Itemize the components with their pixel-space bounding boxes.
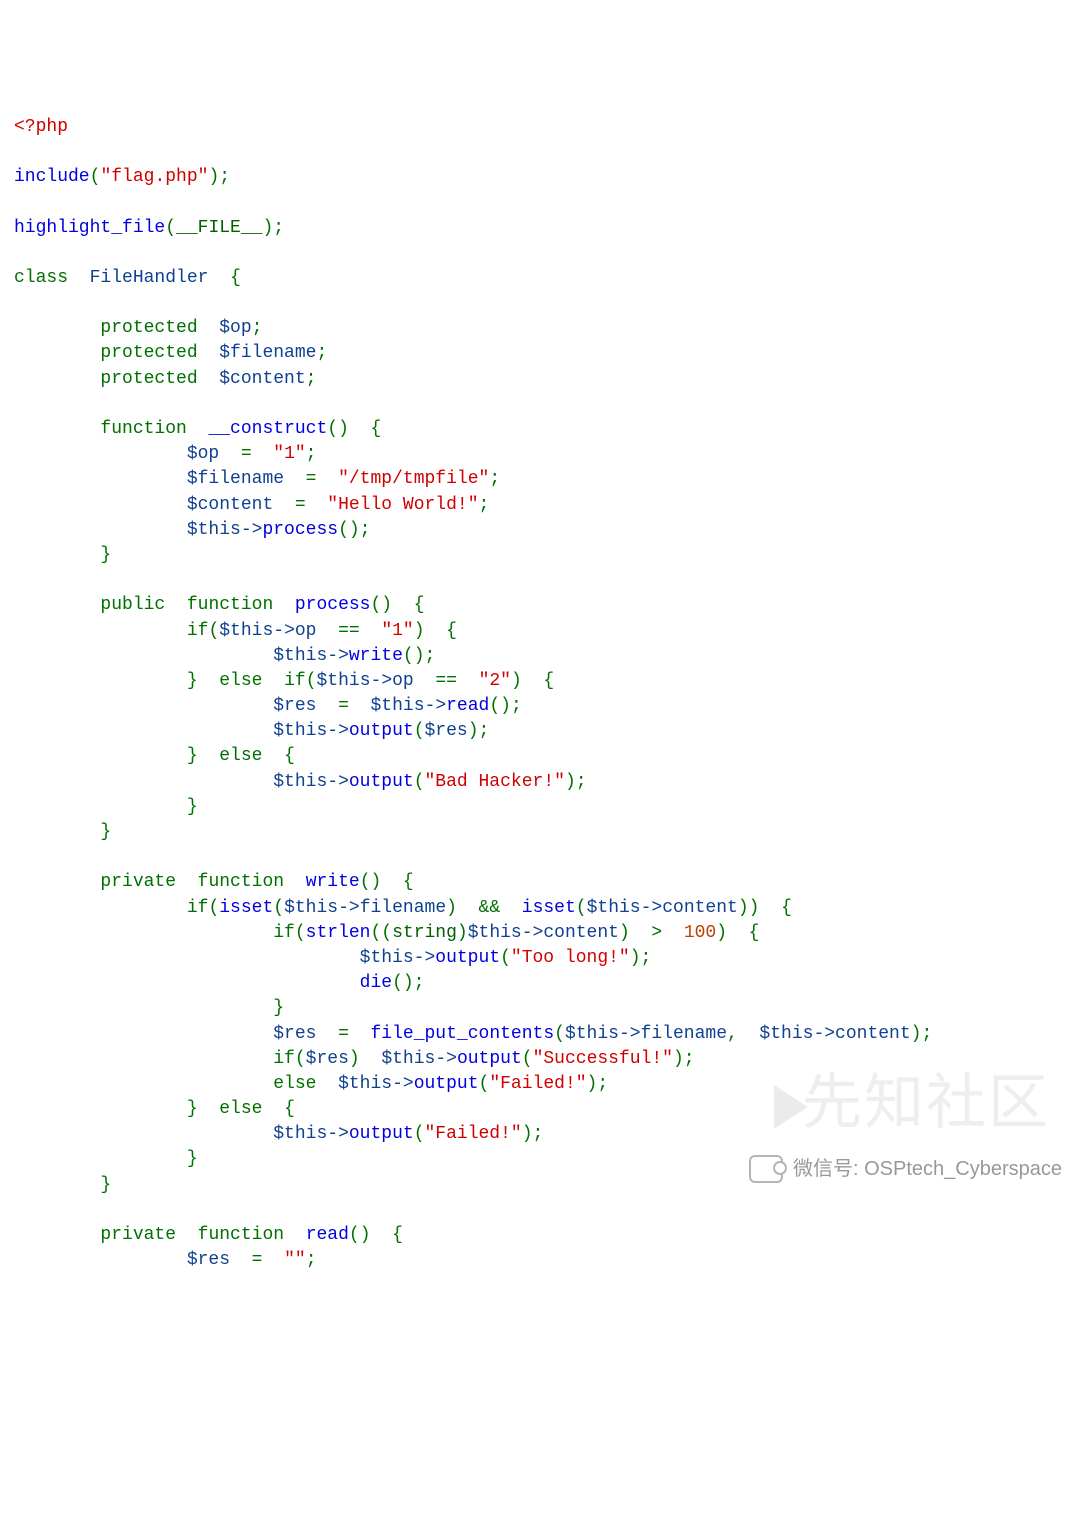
bad-hacker-str: "Bad Hacker!" (425, 772, 565, 792)
res-var: $res (425, 721, 468, 741)
this-var: $this (273, 721, 327, 741)
function-kw: function (187, 595, 273, 615)
else-kw: else (219, 671, 262, 691)
too-long-str: "Too long!" (511, 948, 630, 968)
cmp-1: "1" (381, 621, 413, 641)
prop-content: $content (219, 369, 305, 389)
num-100: 100 (684, 923, 716, 943)
if-kw: if (187, 621, 209, 641)
this-var: $this (317, 671, 371, 691)
this-var: $this (273, 1124, 327, 1144)
cmp-2: "2" (479, 671, 511, 691)
this-var: $this (759, 1024, 813, 1044)
function-kw: function (198, 1225, 284, 1245)
output-call: output (349, 1124, 414, 1144)
this-var: $this (587, 898, 641, 918)
protected-kw: protected (100, 369, 197, 389)
if-kw: if (273, 1049, 295, 1069)
filename-prop: filename (641, 1024, 727, 1044)
file-const: __FILE__ (176, 218, 262, 238)
highlight-file-call: highlight_file (14, 218, 165, 238)
output-call: output (349, 721, 414, 741)
if-kw: if (284, 671, 306, 691)
function-kw: function (198, 872, 284, 892)
if-kw: if (187, 898, 209, 918)
file-put-contents-call: file_put_contents (371, 1024, 555, 1044)
string-cast: string (392, 923, 457, 943)
this-var: $this (360, 948, 414, 968)
private-kw: private (100, 1225, 176, 1245)
filename-prop: filename (360, 898, 446, 918)
this-var: $this (468, 923, 522, 943)
this-var: $this (284, 898, 338, 918)
failed-str: "Failed!" (489, 1074, 586, 1094)
op-prop: op (295, 621, 317, 641)
write-method: write (306, 872, 360, 892)
content-var: $content (187, 495, 273, 515)
process-call: process (262, 520, 338, 540)
prop-op: $op (219, 318, 251, 338)
die-call: die (360, 973, 392, 993)
output-call: output (414, 1074, 479, 1094)
output-call: output (349, 772, 414, 792)
function-kw: function (100, 419, 186, 439)
else-kw: else (219, 1099, 262, 1119)
failed-str: "Failed!" (425, 1124, 522, 1144)
and-op: && (479, 898, 501, 918)
protected-kw: protected (100, 318, 197, 338)
public-kw: public (100, 595, 165, 615)
if-kw: if (273, 923, 295, 943)
else-kw: else (219, 746, 262, 766)
else-kw: else (273, 1074, 316, 1094)
this-var: $this (219, 621, 273, 641)
private-kw: private (100, 872, 176, 892)
res-var: $res (273, 696, 316, 716)
this-var: $this (273, 772, 327, 792)
write-call: write (349, 646, 403, 666)
content-prop: content (543, 923, 619, 943)
isset-call: isset (522, 898, 576, 918)
res-var: $res (187, 1250, 230, 1270)
construct-method: __construct (208, 419, 327, 439)
res-var: $res (273, 1024, 316, 1044)
class-keyword: class (14, 268, 68, 288)
include-call: include (14, 167, 90, 187)
this-var: $this (187, 520, 241, 540)
empty-str: "" (284, 1250, 306, 1270)
filename-val: "/tmp/tmpfile" (338, 469, 489, 489)
protected-kw: protected (100, 343, 197, 363)
this-var: $this (565, 1024, 619, 1044)
isset-call: isset (219, 898, 273, 918)
content-prop: content (835, 1024, 911, 1044)
successful-str: "Successful!" (533, 1049, 673, 1069)
read-call: read (446, 696, 489, 716)
this-var: $this (338, 1074, 392, 1094)
process-method: process (295, 595, 371, 615)
include-arg: "flag.php" (100, 167, 208, 187)
this-var: $this (371, 696, 425, 716)
content-prop: content (662, 898, 738, 918)
op-prop: op (392, 671, 414, 691)
content-val: "Hello World!" (327, 495, 478, 515)
class-name: FileHandler (90, 268, 209, 288)
read-method: read (306, 1225, 349, 1245)
this-var: $this (381, 1049, 435, 1069)
op-var: $op (187, 444, 219, 464)
output-call: output (435, 948, 500, 968)
filename-var: $filename (187, 469, 284, 489)
php-source-code: <?php include("flag.php"); highlight_fil… (14, 115, 1066, 1274)
php-open-tag: <?php (14, 117, 68, 137)
this-var: $this (273, 646, 327, 666)
strlen-call: strlen (306, 923, 371, 943)
output-call: output (457, 1049, 522, 1069)
prop-filename: $filename (219, 343, 316, 363)
res-var: $res (306, 1049, 349, 1069)
op-val: "1" (273, 444, 305, 464)
